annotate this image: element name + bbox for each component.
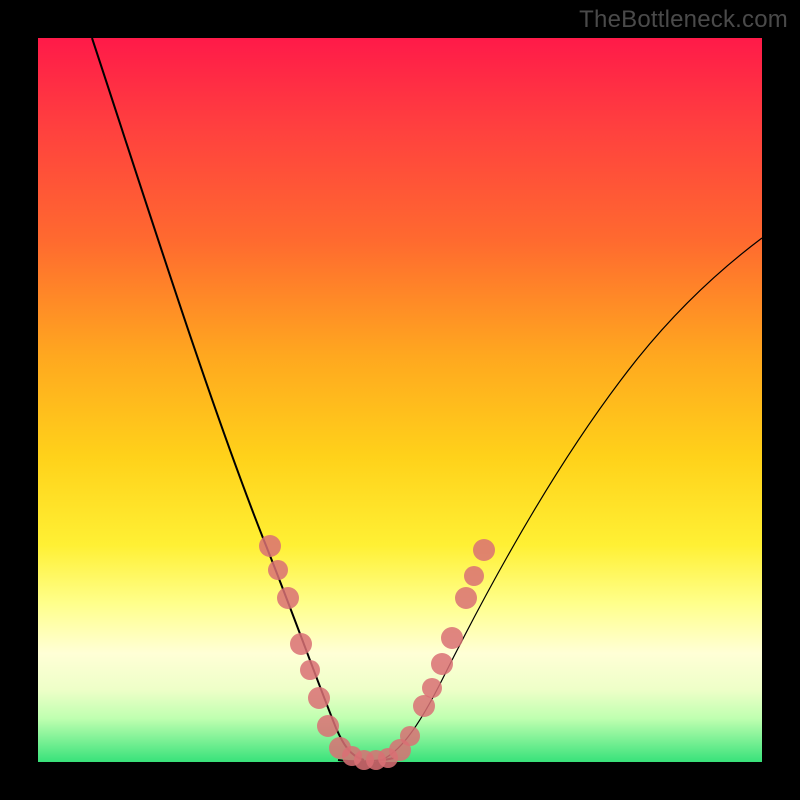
marker (464, 566, 484, 586)
marker (317, 715, 339, 737)
marker (431, 653, 453, 675)
marker (400, 726, 420, 746)
watermark-text: TheBottleneck.com (579, 6, 788, 34)
chart-frame: TheBottleneck.com (0, 0, 800, 800)
marker (259, 535, 281, 557)
marker (473, 539, 495, 561)
marker (441, 627, 463, 649)
marker (413, 695, 435, 717)
plot-area (38, 38, 762, 762)
marker (422, 678, 442, 698)
marker (277, 587, 299, 609)
marker (290, 633, 312, 655)
marker (308, 687, 330, 709)
marker (455, 587, 477, 609)
marker (268, 560, 288, 580)
marker (300, 660, 320, 680)
curve-layer (38, 38, 762, 762)
curve-left (92, 38, 364, 760)
marker-group (259, 535, 495, 770)
